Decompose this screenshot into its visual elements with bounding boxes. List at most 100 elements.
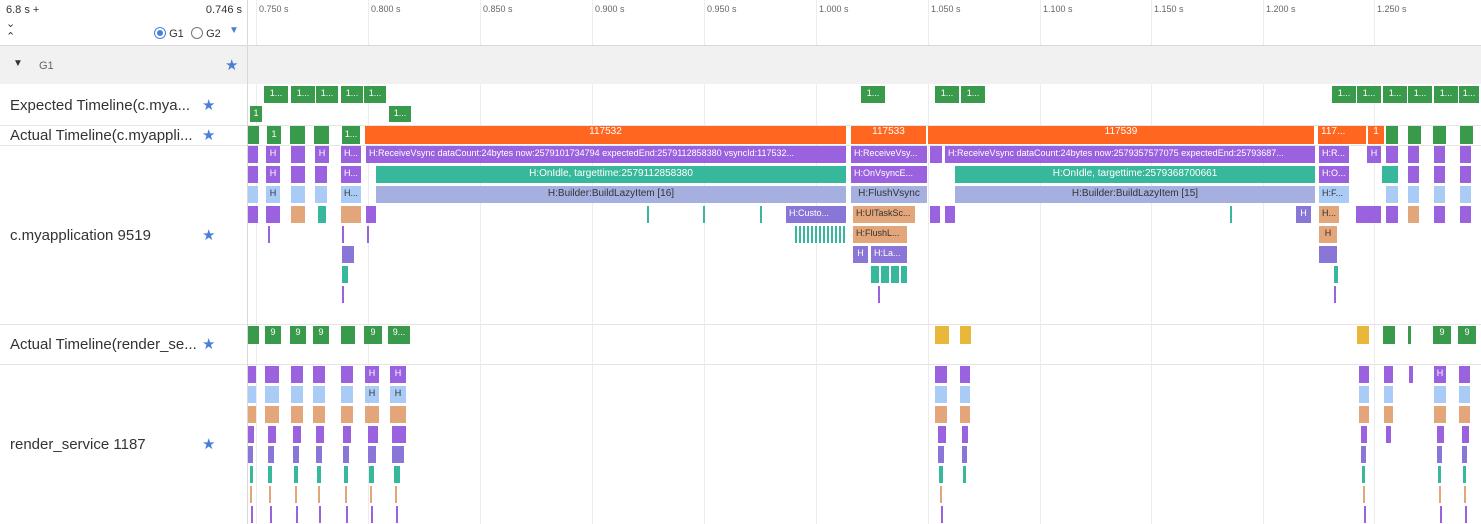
- frame-block-delayed[interactable]: [960, 326, 971, 344]
- frame-block-janky[interactable]: 1: [1368, 126, 1384, 144]
- slice[interactable]: [1408, 206, 1419, 223]
- frame-block[interactable]: [1408, 126, 1421, 144]
- slice[interactable]: [248, 406, 256, 423]
- slice[interactable]: [368, 446, 376, 463]
- slice[interactable]: [1319, 246, 1337, 263]
- star-icon[interactable]: ★: [225, 56, 238, 74]
- frame-block[interactable]: 1...: [316, 86, 338, 103]
- frame-block[interactable]: 1...: [1357, 86, 1381, 103]
- slice[interactable]: [248, 446, 253, 463]
- slice[interactable]: [1386, 426, 1391, 443]
- slice[interactable]: [291, 386, 303, 403]
- slice[interactable]: [316, 446, 322, 463]
- slice[interactable]: [1384, 406, 1393, 423]
- chevron-up-icon[interactable]: ⌃: [6, 30, 15, 43]
- frame-block-janky[interactable]: 117533: [851, 126, 926, 144]
- frame-block[interactable]: 1: [250, 106, 262, 122]
- slice[interactable]: [935, 406, 947, 423]
- slice[interactable]: [1434, 406, 1446, 423]
- slice[interactable]: H: [390, 386, 406, 403]
- slice[interactable]: H: [315, 146, 329, 163]
- slice[interactable]: [871, 266, 907, 283]
- frame-block[interactable]: 1...: [1408, 86, 1432, 103]
- slice[interactable]: H: [266, 186, 280, 203]
- slice[interactable]: [315, 186, 327, 203]
- slice[interactable]: [1459, 406, 1470, 423]
- slice[interactable]: [293, 446, 299, 463]
- frame-block[interactable]: [314, 126, 329, 144]
- slice[interactable]: [291, 146, 305, 163]
- slice[interactable]: [939, 466, 943, 483]
- star-icon[interactable]: ★: [202, 126, 215, 144]
- slice[interactable]: H: [266, 166, 280, 183]
- slice[interactable]: [248, 146, 258, 163]
- frame-block[interactable]: 1...: [1434, 86, 1458, 103]
- radio-circle[interactable]: [191, 27, 203, 39]
- frame-block[interactable]: 1: [267, 126, 281, 144]
- group-radio-g1[interactable]: G1: [154, 27, 184, 40]
- slice[interactable]: [317, 466, 321, 483]
- frame-block-janky[interactable]: 117532: [365, 126, 846, 144]
- slice[interactable]: [962, 426, 968, 443]
- collapse-triangle-icon[interactable]: ▼: [13, 58, 23, 69]
- slice[interactable]: [291, 206, 305, 223]
- slice-on-idle[interactable]: H:OnIdle, targettime:2579112858380: [376, 166, 846, 183]
- group-radio-g2[interactable]: G2: [191, 27, 221, 40]
- slice[interactable]: [1359, 406, 1369, 423]
- slice[interactable]: [1356, 206, 1381, 223]
- frame-block[interactable]: 9: [1458, 326, 1476, 344]
- slice[interactable]: H:R...: [1319, 146, 1349, 163]
- frame-block[interactable]: 9: [313, 326, 329, 344]
- slice[interactable]: [341, 386, 353, 403]
- slice[interactable]: [268, 446, 274, 463]
- slice[interactable]: [268, 426, 276, 443]
- slice[interactable]: [294, 466, 298, 483]
- slice-dense[interactable]: [795, 226, 845, 243]
- slice-builder[interactable]: H:Builder:BuildLazyItem [15]: [955, 186, 1315, 203]
- slice[interactable]: [1434, 166, 1445, 183]
- slice[interactable]: H...: [341, 166, 361, 183]
- star-icon[interactable]: ★: [202, 96, 215, 114]
- slice[interactable]: [343, 446, 349, 463]
- frame-block[interactable]: 1...: [264, 86, 288, 103]
- slice[interactable]: H: [1296, 206, 1311, 223]
- slice[interactable]: [248, 166, 258, 183]
- slice[interactable]: [1460, 146, 1471, 163]
- slice[interactable]: [1359, 386, 1369, 403]
- slice[interactable]: [369, 466, 374, 483]
- slice[interactable]: [266, 206, 280, 223]
- frame-block[interactable]: 1...: [342, 126, 360, 144]
- slice[interactable]: [1462, 446, 1467, 463]
- slice[interactable]: H...: [341, 186, 361, 203]
- frame-block[interactable]: 1...: [861, 86, 885, 103]
- slice[interactable]: [962, 446, 967, 463]
- slice[interactable]: [291, 186, 305, 203]
- frame-block-delayed[interactable]: [1357, 326, 1369, 344]
- triangle-down-icon[interactable]: ▼: [229, 25, 239, 36]
- slice[interactable]: [1359, 366, 1369, 383]
- frame-block[interactable]: [290, 126, 305, 144]
- slice[interactable]: [313, 406, 325, 423]
- slice[interactable]: [1463, 466, 1466, 483]
- slice[interactable]: [1382, 166, 1398, 183]
- slice[interactable]: [938, 426, 946, 443]
- star-icon[interactable]: ★: [202, 335, 215, 353]
- slice[interactable]: H: [1367, 146, 1381, 163]
- slice[interactable]: [1438, 466, 1441, 483]
- group-header[interactable]: ▼ G1 ★: [0, 46, 1481, 84]
- slice[interactable]: H: [365, 366, 379, 383]
- slice-flush-layout[interactable]: H:FlushL...: [853, 226, 907, 243]
- frame-block[interactable]: 1...: [1459, 86, 1479, 103]
- frame-block[interactable]: [248, 126, 259, 144]
- slice[interactable]: [341, 406, 353, 423]
- frame-block[interactable]: [1408, 326, 1411, 344]
- slice[interactable]: [341, 206, 361, 223]
- slice[interactable]: [392, 426, 406, 443]
- slice[interactable]: [1434, 206, 1445, 223]
- frame-block[interactable]: [1460, 126, 1473, 144]
- slice[interactable]: [366, 206, 376, 223]
- slice[interactable]: [945, 206, 955, 223]
- slice[interactable]: [293, 426, 301, 443]
- slice[interactable]: [1459, 386, 1470, 403]
- slice[interactable]: [938, 446, 944, 463]
